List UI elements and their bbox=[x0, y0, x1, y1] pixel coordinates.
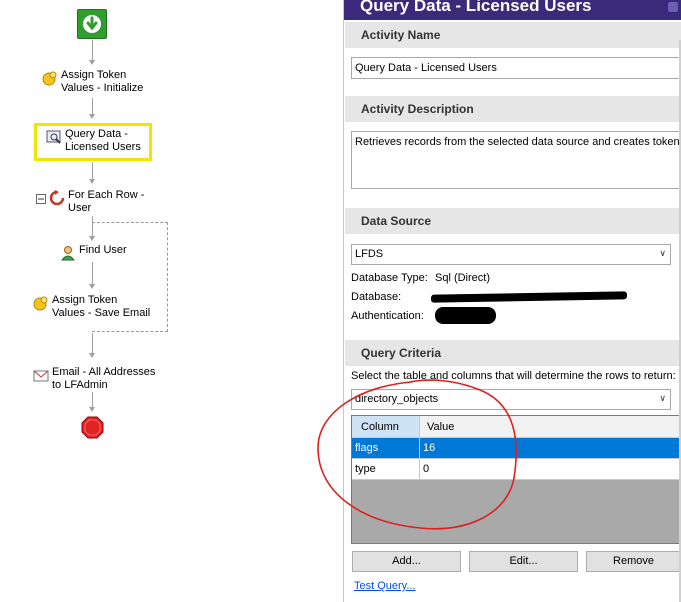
data-source-value: LFDS bbox=[355, 248, 384, 260]
node-query-data[interactable]: Query Data - Licensed Users bbox=[46, 128, 141, 154]
authentication-row: Authentication: bbox=[351, 310, 424, 322]
pane-title: Query Data - Licensed Users bbox=[360, 0, 592, 15]
node-label: Email - All Addresses to LFAdmin bbox=[52, 366, 156, 391]
test-query-link[interactable]: Test Query... bbox=[354, 580, 416, 592]
token-icon bbox=[33, 295, 49, 311]
node-label: Query Data - Licensed Users bbox=[65, 128, 141, 153]
cell-value: 16 bbox=[423, 442, 436, 454]
node-label: Assign Token Values - Initialize bbox=[61, 69, 144, 94]
section-heading: Activity Description bbox=[361, 102, 474, 116]
activity-name-value: Query Data - Licensed Users bbox=[355, 62, 497, 74]
workflow-canvas[interactable]: Assign Token Values - Initialize Query D… bbox=[0, 0, 343, 602]
pane-title-bar: Query Data - Licensed Users bbox=[344, 0, 681, 20]
node-assign-token-initialize[interactable]: Assign Token Values - Initialize bbox=[42, 69, 143, 95]
screen: Assign Token Values - Initialize Query D… bbox=[0, 0, 681, 602]
email-icon bbox=[33, 367, 49, 383]
node-assign-token-save-email[interactable]: Assign Token Values - Save Email bbox=[33, 294, 150, 320]
database-type-value: Sql (Direct) bbox=[435, 272, 491, 284]
section-activity-name[interactable]: Activity Name bbox=[345, 22, 681, 48]
node-for-each-row[interactable]: For Each Row - User bbox=[36, 189, 144, 215]
remove-button[interactable]: Remove bbox=[586, 551, 681, 572]
cell-value: 0 bbox=[423, 463, 430, 475]
authentication-label: Authentication: bbox=[351, 310, 424, 322]
header-label: Value bbox=[427, 421, 455, 433]
collapse-icon[interactable] bbox=[36, 194, 46, 210]
criteria-grid[interactable]: Column Value flags 16 type 0 bbox=[351, 415, 681, 544]
header-label: Column bbox=[361, 421, 399, 433]
cell-value: type bbox=[355, 463, 376, 475]
section-query-criteria[interactable]: Query Criteria bbox=[345, 340, 681, 366]
node-label: Find User bbox=[79, 244, 127, 256]
add-button[interactable]: Add... bbox=[352, 551, 461, 572]
table-select-value: directory_objects bbox=[355, 393, 439, 405]
database-label: Database: bbox=[351, 291, 402, 303]
activity-description-value: Retrieves records from the selected data… bbox=[355, 136, 681, 148]
table-row-column-cell[interactable]: type bbox=[352, 459, 420, 480]
section-data-source[interactable]: Data Source bbox=[345, 208, 681, 234]
loop-icon bbox=[49, 190, 65, 206]
column-header-value[interactable]: Value bbox=[420, 416, 681, 438]
redaction-mark bbox=[435, 307, 496, 324]
table-row-value-cell[interactable]: 16 bbox=[420, 438, 681, 459]
data-source-select[interactable]: LFDS ∨ bbox=[351, 244, 671, 265]
node-label: Assign Token Values - Save Email bbox=[52, 294, 151, 319]
query-icon bbox=[46, 129, 62, 145]
pane-menu-icon[interactable] bbox=[668, 2, 678, 12]
token-icon bbox=[42, 70, 58, 86]
database-type-label: Database Type: bbox=[351, 272, 428, 284]
chevron-down-icon: ∨ bbox=[659, 248, 666, 258]
node-find-user[interactable]: Find User bbox=[60, 244, 127, 261]
section-heading: Query Criteria bbox=[361, 346, 442, 360]
cell-value: flags bbox=[355, 442, 379, 454]
section-heading: Data Source bbox=[361, 214, 432, 228]
activity-name-input[interactable]: Query Data - Licensed Users bbox=[351, 57, 681, 79]
section-activity-description[interactable]: Activity Description bbox=[345, 96, 681, 122]
section-heading: Activity Name bbox=[361, 28, 441, 42]
table-row-column-cell[interactable]: flags bbox=[352, 438, 420, 459]
start-icon[interactable] bbox=[77, 9, 107, 39]
database-row: Database: bbox=[351, 291, 401, 303]
table-row-value-cell[interactable]: 0 bbox=[420, 459, 681, 480]
edit-button[interactable]: Edit... bbox=[469, 551, 578, 572]
chevron-down-icon: ∨ bbox=[659, 393, 666, 403]
stop-icon[interactable] bbox=[81, 416, 104, 439]
node-email[interactable]: Email - All Addresses to LFAdmin bbox=[33, 366, 155, 392]
table-select[interactable]: directory_objects ∨ bbox=[351, 389, 671, 410]
user-icon bbox=[60, 245, 76, 261]
column-header-column[interactable]: Column bbox=[352, 416, 420, 438]
activity-description-textarea[interactable]: Retrieves records from the selected data… bbox=[351, 131, 681, 189]
criteria-prompt: Select the table and columns that will d… bbox=[351, 370, 676, 382]
node-label: For Each Row - User bbox=[68, 189, 145, 214]
database-type-row: Database Type: Sql (Direct) bbox=[351, 272, 490, 284]
